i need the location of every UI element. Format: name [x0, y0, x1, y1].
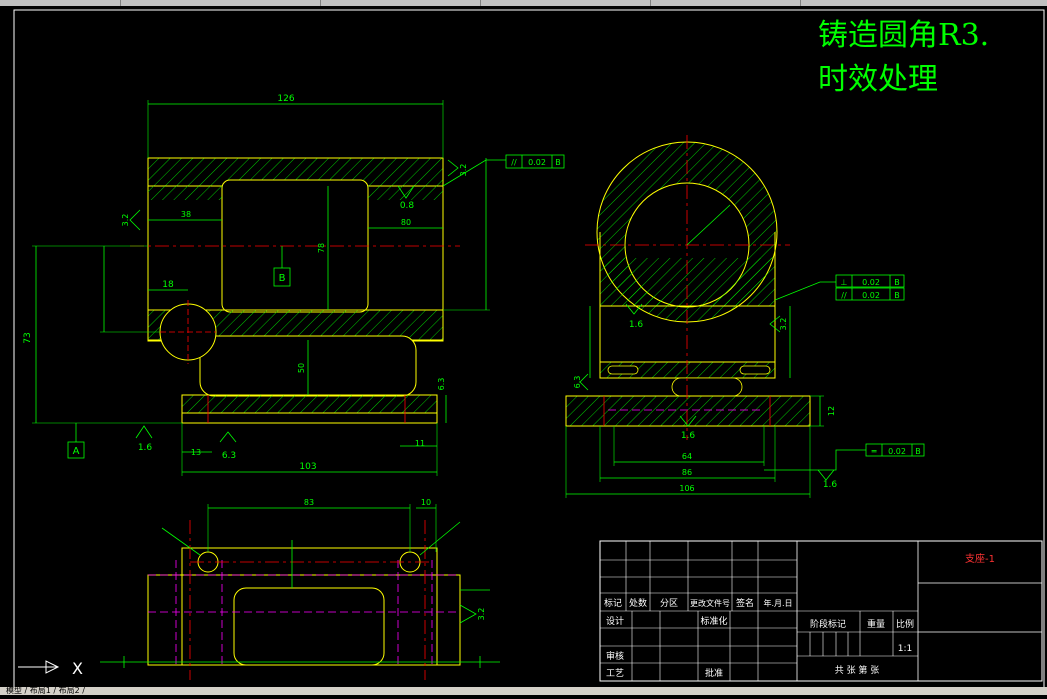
tb-sheets: 共 张 第 张 [835, 664, 880, 676]
tb-sign: 签名 [736, 597, 754, 609]
layout-tabs[interactable]: 模型 / 布局1 / 布局2 / [0, 687, 1047, 695]
tolerance-frame: // 0.02 B [505, 154, 565, 169]
side-view [565, 135, 866, 498]
tolerance-frame: // 0.02 B [835, 287, 905, 301]
svg-text:1.6: 1.6 [823, 480, 838, 490]
svg-text:0.02: 0.02 [528, 158, 546, 167]
tb-scale-value: 1:1 [898, 644, 912, 654]
tab-segment[interactable] [0, 0, 121, 6]
svg-text:6.3: 6.3 [573, 376, 582, 389]
ucs-x-label: X [72, 659, 83, 678]
ucs-icon [18, 660, 60, 674]
roughness-bottom: 3.2 [477, 608, 486, 621]
layout-tabs-label[interactable]: 模型 / 布局1 / 布局2 / [0, 686, 85, 695]
tolerance-frame: ═ 0.02 B [865, 443, 925, 457]
svg-text:A: A [73, 446, 80, 457]
dim-mid: 38 [181, 210, 191, 219]
tb-zone: 分区 [660, 598, 678, 609]
casting-note: 铸造圆角R3. [818, 18, 990, 53]
dim-front-ht: 12 [827, 406, 836, 416]
roughness-symbol: 6.3 [573, 373, 589, 391]
dim-front-w1: 64 [682, 452, 692, 461]
tb-review: 审核 [606, 650, 624, 662]
datum-a: A [67, 423, 85, 459]
svg-text:0.02: 0.02 [888, 447, 906, 456]
dim-center-ht: 50 [297, 363, 306, 373]
svg-text:0.02: 0.02 [862, 278, 880, 287]
roughness-symbol: 6.3 [219, 431, 237, 461]
dim-front-w3: 106 [679, 484, 694, 493]
dim-base-width: 103 [299, 462, 316, 472]
tb-count: 处数 [629, 597, 647, 609]
svg-text:═: ═ [871, 447, 877, 456]
tab-segment[interactable] [320, 0, 481, 6]
svg-text:B: B [555, 158, 561, 167]
dim-top-width: 126 [277, 94, 294, 104]
svg-text://: // [841, 291, 847, 300]
svg-text:1.6: 1.6 [681, 431, 696, 441]
tb-doc-no: 更改文件号 [690, 598, 730, 608]
tb-process: 工艺 [606, 668, 624, 679]
roughness-left-side: 6.3 [437, 378, 446, 391]
toolbar-strip [0, 0, 1047, 6]
tb-mark: 标记 [604, 597, 622, 609]
dim-right-len: 80 [401, 218, 411, 227]
svg-text://: // [511, 158, 517, 167]
roughness-symbol: 3.2 [769, 315, 788, 333]
svg-text:0.02: 0.02 [862, 291, 880, 300]
svg-text:6.3: 6.3 [222, 451, 236, 461]
roughness-symbol: 3.2 [121, 209, 141, 231]
svg-text:1.6: 1.6 [138, 443, 153, 453]
dim-bore-small: 18 [162, 280, 174, 290]
dim-left-shift: 13 [191, 448, 201, 457]
svg-text:3.2: 3.2 [779, 318, 788, 331]
front-view [32, 100, 506, 476]
tb-date: 年.月.日 [763, 598, 792, 608]
svg-text:B: B [915, 447, 921, 456]
drawing-name: 支座-1 [965, 552, 995, 565]
svg-text:3.2: 3.2 [459, 164, 468, 177]
dim-base-half: 11 [415, 439, 425, 448]
roughness-symbol: 1.6 [135, 425, 153, 453]
svg-text:3.2: 3.2 [121, 214, 130, 227]
svg-text:B: B [894, 291, 900, 300]
cad-drawing-canvas[interactable]: 126 73 18 103 11 13 38 80 78 50 A B 0.8 … [0, 0, 1047, 695]
svg-text:0.8: 0.8 [400, 201, 415, 211]
tab-segment[interactable] [650, 0, 801, 6]
dim-inner-depth: 78 [317, 243, 326, 253]
aging-note: 时效处理 [818, 62, 938, 97]
svg-text:B: B [894, 278, 900, 287]
tb-weight: 重量 [867, 618, 885, 630]
svg-text:1.6: 1.6 [629, 320, 644, 330]
roughness-symbol: 3.2 [447, 159, 468, 177]
top-view [100, 504, 500, 680]
tb-stage: 阶段标记 [810, 618, 846, 630]
tolerance-frame: ⊥ 0.02 B [835, 274, 905, 288]
svg-text:⊥: ⊥ [841, 278, 848, 287]
drawing-svg: 126 73 18 103 11 13 38 80 78 50 A B 0.8 … [13, 9, 1045, 691]
svg-text:B: B [279, 273, 286, 284]
tb-approve: 批准 [705, 667, 723, 679]
dim-side-height: 73 [23, 332, 33, 343]
tab-segment[interactable] [120, 0, 321, 6]
dim-bottom-side: 10 [421, 498, 431, 507]
tb-scale: 比例 [896, 618, 914, 630]
dim-bottom-top: 83 [304, 498, 314, 507]
roughness-symbol: 1.6 [817, 469, 838, 490]
tb-design: 设计 [606, 615, 624, 627]
tab-segment[interactable] [480, 0, 651, 6]
dim-front-w2: 86 [682, 468, 692, 477]
tb-standard: 标准化 [700, 615, 727, 627]
